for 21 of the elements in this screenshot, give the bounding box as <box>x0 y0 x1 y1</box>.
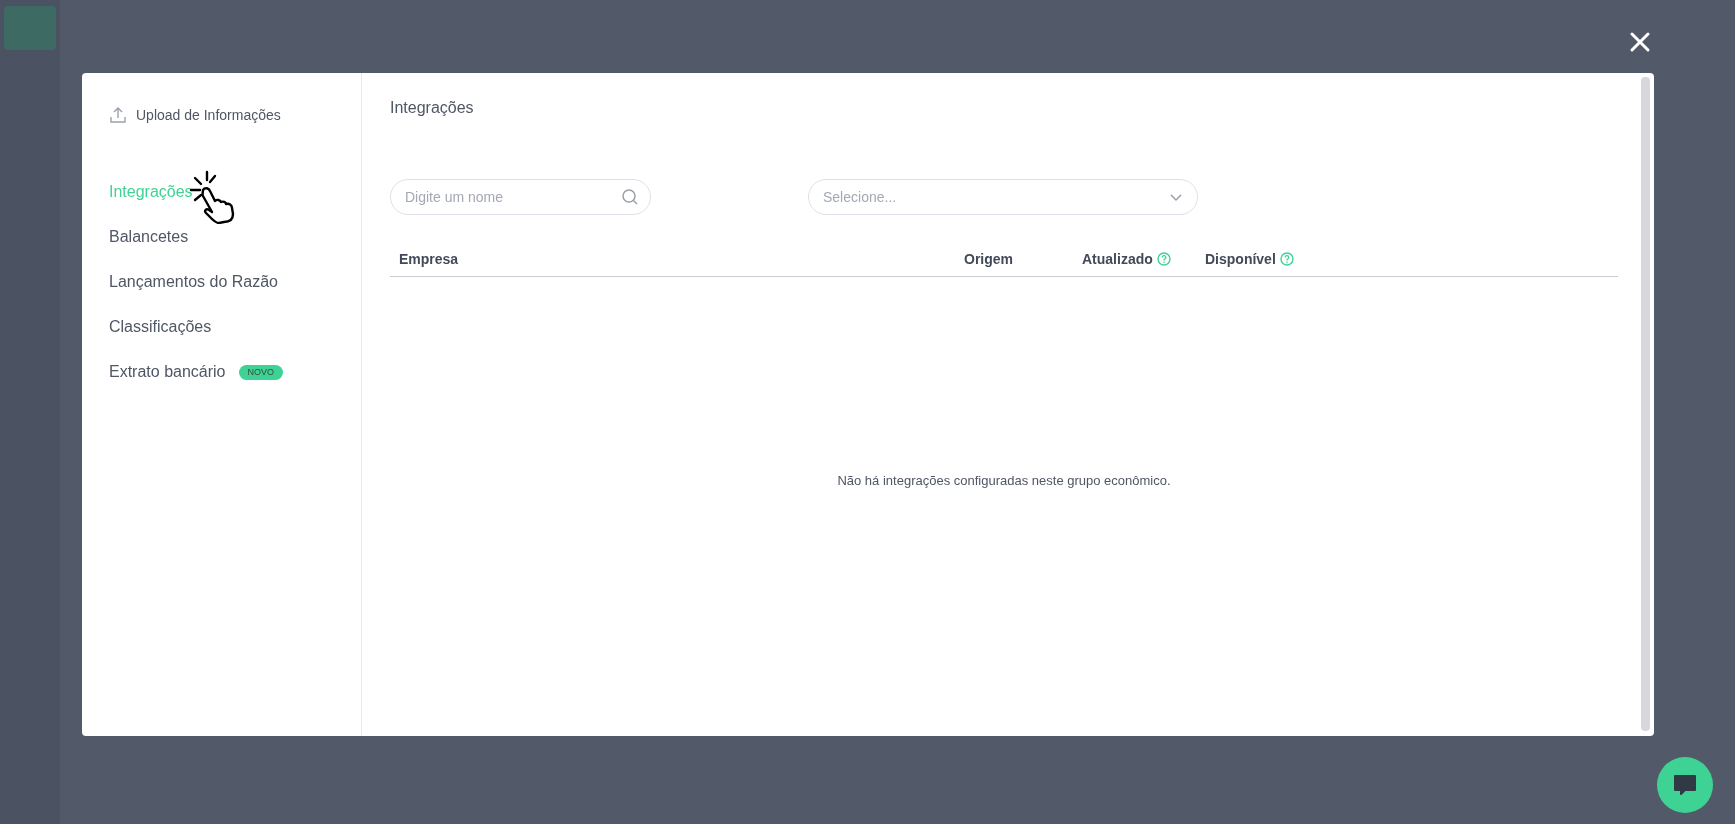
column-header: Atualizado <box>1082 250 1153 267</box>
search-icon <box>621 188 639 206</box>
column-header: Disponível <box>1205 250 1276 267</box>
upload-link[interactable]: Upload de Informações <box>109 103 361 127</box>
nav-item[interactable]: Balancetes <box>109 225 189 249</box>
scrollbar[interactable] <box>1641 77 1650 731</box>
column-header: Empresa <box>399 250 459 267</box>
help-icon[interactable] <box>1156 251 1171 266</box>
help-icon[interactable] <box>1279 251 1294 266</box>
nav-item[interactable]: Extrato bancário <box>109 360 226 384</box>
column-header: Origem <box>964 250 1013 267</box>
section-title: Integrações <box>390 98 475 118</box>
background-logo <box>4 6 56 50</box>
new-badge: NOVO <box>238 364 284 380</box>
empty-message: Não há integrações configuradas neste grupo econômico. <box>837 473 1171 490</box>
chat-button[interactable] <box>1657 757 1713 813</box>
chevron-down-icon <box>1169 192 1183 202</box>
nav-item[interactable]: Lançamentos do Razão <box>109 270 278 294</box>
upload-icon <box>109 106 127 124</box>
search-field[interactable]: Digite um nome <box>390 179 651 215</box>
nav-item[interactable]: Classificações <box>109 315 212 339</box>
